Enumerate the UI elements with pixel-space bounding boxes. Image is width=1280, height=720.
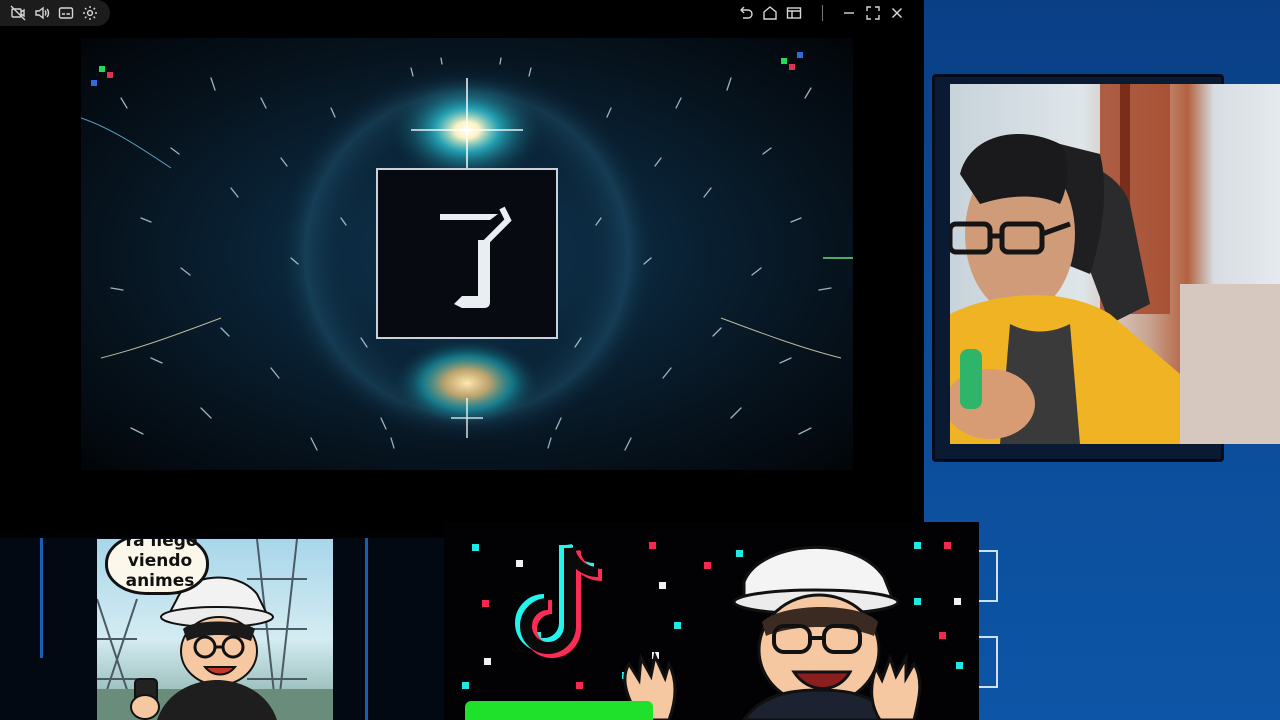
webcam-feed bbox=[950, 84, 1280, 444]
webcam-person bbox=[950, 84, 1280, 444]
toolbar-separator bbox=[822, 5, 823, 21]
window-layout-icon[interactable] bbox=[785, 4, 803, 22]
bubble-line: Ya llegó bbox=[122, 539, 198, 551]
captions-icon[interactable] bbox=[57, 4, 75, 22]
volume-icon[interactable] bbox=[33, 4, 51, 22]
tiktok-promo-banner bbox=[444, 522, 979, 720]
home-icon[interactable] bbox=[761, 4, 779, 22]
decor-line bbox=[40, 538, 43, 658]
bubble-line: viendo bbox=[127, 551, 193, 571]
logo-glyph-mark bbox=[440, 206, 512, 308]
player-toolbar bbox=[0, 0, 924, 26]
desktop-window-edge-upper bbox=[978, 550, 998, 602]
green-banner-bar bbox=[465, 701, 653, 720]
undo-icon[interactable] bbox=[737, 4, 755, 22]
settings-gear-icon[interactable] bbox=[81, 4, 99, 22]
logo-box bbox=[376, 168, 558, 339]
bubble-line: animes bbox=[125, 571, 195, 591]
comic-illustration: Ya llegó viendo animes bbox=[97, 539, 333, 720]
engineer-character bbox=[623, 545, 922, 720]
desktop-window-edge-lower bbox=[978, 636, 998, 688]
decor-line bbox=[365, 538, 368, 720]
minimize-icon[interactable] bbox=[840, 4, 858, 22]
screen: Ya llegó viendo animes bbox=[0, 0, 1280, 720]
main-video-player[interactable] bbox=[81, 38, 853, 470]
fullscreen-icon[interactable] bbox=[864, 4, 882, 22]
tiktok-logo-icon bbox=[515, 543, 603, 658]
camera-off-icon[interactable] bbox=[9, 4, 27, 22]
close-icon[interactable] bbox=[888, 4, 906, 22]
tiktok-artwork bbox=[462, 542, 963, 720]
speech-bubble-text: Ya llegó viendo animes bbox=[105, 539, 215, 591]
